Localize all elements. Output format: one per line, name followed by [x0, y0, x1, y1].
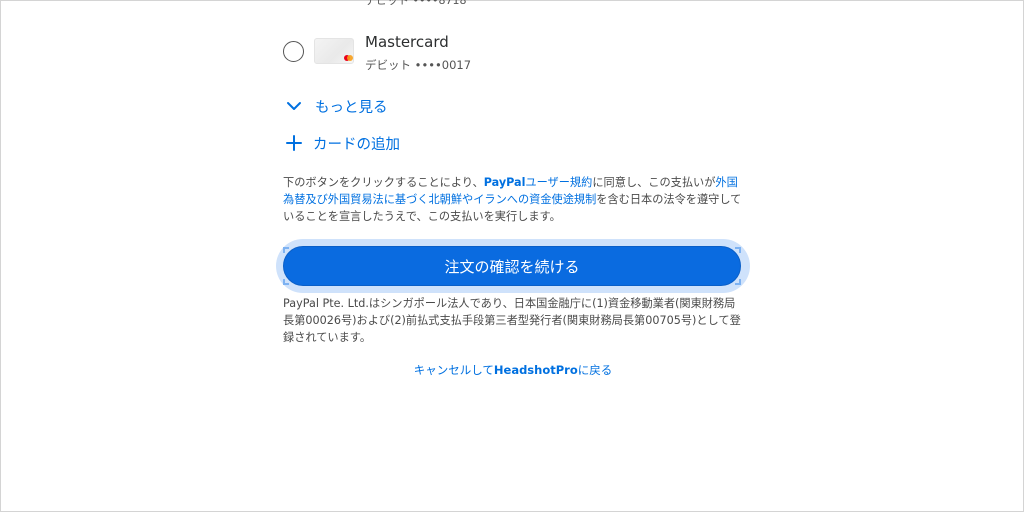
confirm-order-button[interactable]: 注文の確認を続ける	[283, 246, 741, 286]
plus-icon	[283, 132, 305, 154]
previous-card-subtitle: デビット ••••8718	[365, 0, 467, 7]
cancel-return-link[interactable]: キャンセルしてHeadshotProに戻る	[283, 362, 743, 378]
legal-text-1: 下のボタンをクリックすることにより、	[283, 176, 484, 189]
legal-text-2: に同意し、この支払いが	[592, 176, 716, 189]
paypal-brand: PayPal	[483, 176, 526, 189]
focus-corner	[283, 247, 289, 253]
regulatory-disclosure: PayPal Pte. Ltd.はシンガポール法人であり、日本国金融庁に(1)資…	[283, 297, 741, 344]
paypal-user-agreement-link[interactable]: PayPalユーザー規約	[484, 176, 593, 189]
card-subtitle: デビット ••••0017	[365, 58, 472, 72]
focus-corner	[735, 247, 741, 253]
focus-corner	[735, 279, 741, 285]
user-agreement-text: ユーザー規約	[525, 176, 593, 189]
add-card-link[interactable]: カードの追加	[283, 132, 400, 154]
payment-option-mastercard[interactable]: Mastercard デビット ••••0017	[283, 32, 743, 76]
focus-corner	[283, 279, 289, 285]
mastercard-card-icon	[314, 38, 354, 64]
show-more-label: もっと見る	[315, 99, 388, 116]
legal-consent-text: 下のボタンをクリックすることにより、PayPalユーザー規約に同意し、この支払い…	[283, 174, 745, 225]
mastercard-orange-circle	[347, 55, 353, 61]
card-name: Mastercard	[365, 33, 449, 51]
radio-button[interactable]	[283, 41, 304, 62]
add-card-label: カードの追加	[313, 136, 400, 153]
show-more-link[interactable]: もっと見る	[283, 95, 388, 117]
confirm-order-label: 注文の確認を続ける	[444, 257, 580, 276]
cancel-suffix: に戻る	[577, 363, 613, 377]
merchant-name: HeadshotPro	[493, 363, 578, 377]
cancel-prefix: キャンセルして	[413, 363, 494, 377]
chevron-down-icon	[283, 95, 305, 117]
